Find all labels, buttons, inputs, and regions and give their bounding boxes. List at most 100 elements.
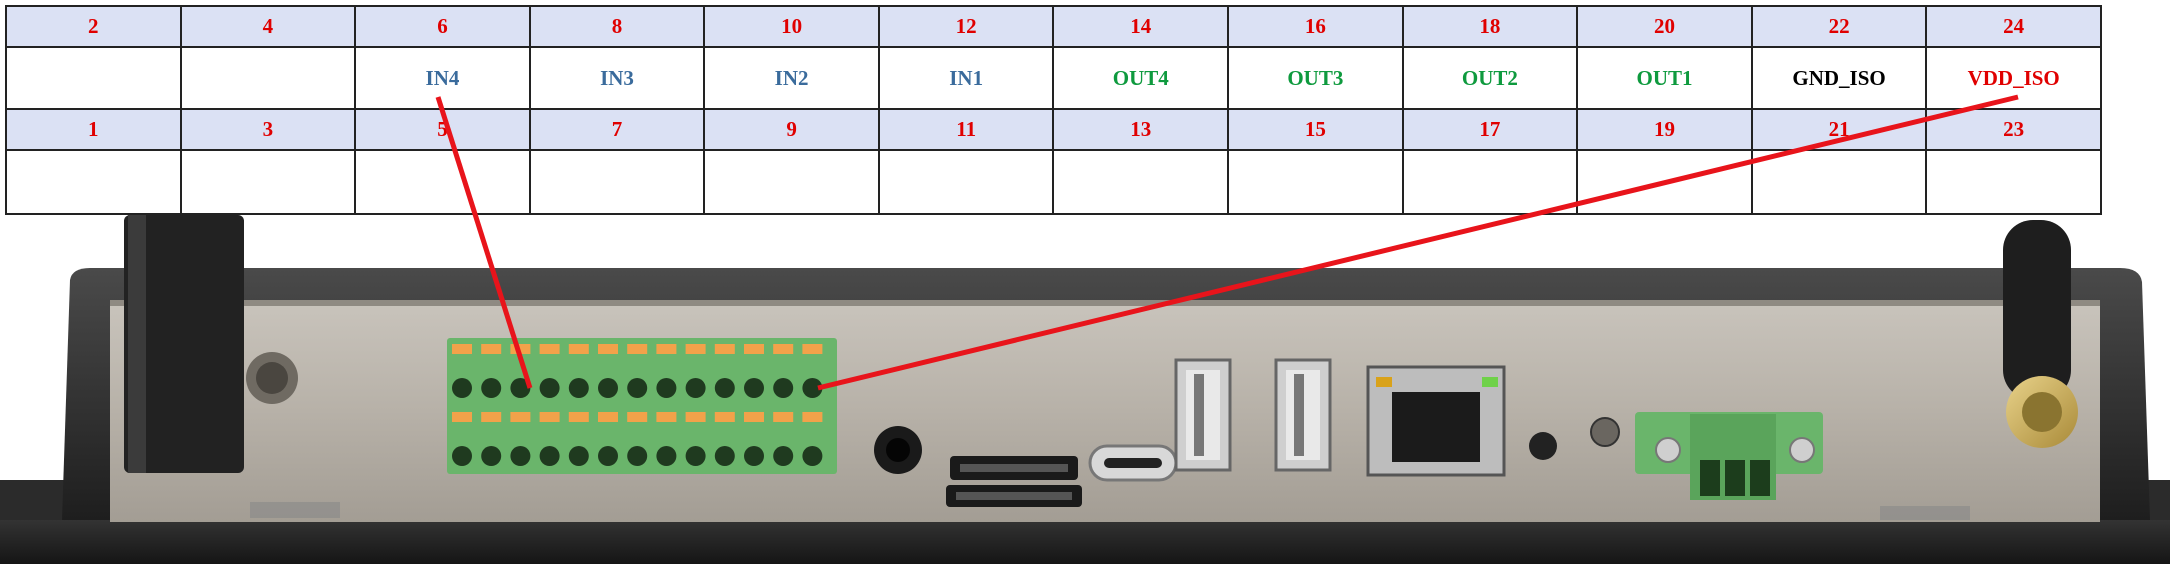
terminal-wire-hole-icon [598, 378, 618, 398]
pin-number-6: 6 [354, 5, 531, 48]
terminal-lever-icon [568, 412, 589, 422]
signal-empty [179, 46, 357, 110]
pin-number-12: 12 [877, 5, 1055, 48]
terminal-lever-icon [656, 344, 677, 354]
terminal-wire-hole-icon [773, 446, 794, 466]
pin-number-5: 5 [354, 108, 531, 151]
signal-empty [1925, 149, 2102, 215]
pin-number-2: 2 [5, 5, 182, 48]
terminal-lever-icon [714, 344, 735, 354]
terminal-wire-hole-icon [656, 378, 677, 398]
terminal-lever-icon [539, 344, 560, 354]
terminal-wire-hole-icon [510, 446, 531, 466]
pin-number-19: 19 [1576, 108, 1753, 151]
terminal-wire-hole-icon [539, 378, 560, 398]
pin-number-21: 21 [1750, 108, 1928, 151]
pin-number-9: 9 [703, 108, 880, 151]
terminal-lever-icon [627, 344, 648, 354]
signal-in1: IN1 [877, 46, 1055, 110]
terminal-lever-icon [685, 412, 706, 422]
terminal-wire-hole-icon [802, 378, 823, 398]
signal-in2: IN2 [703, 46, 880, 110]
signal-empty [528, 149, 706, 215]
signal-empty [354, 149, 531, 215]
terminal-lever-icon [481, 412, 502, 422]
terminal-wire-hole-icon [627, 378, 648, 398]
pinout-row-even-numbers: 2 4 6 8 10 12 14 16 18 20 22 24 [5, 5, 2102, 48]
terminal-lever-icon [714, 412, 735, 422]
pin-number-13: 13 [1052, 108, 1230, 151]
usb-c-port-icon [1088, 444, 1178, 482]
pinout-row-odd-numbers: 1 3 5 7 9 11 13 15 17 19 21 23 [5, 108, 2102, 151]
terminal-wire-hole-icon [568, 446, 589, 466]
terminal-wire-hole-icon [685, 378, 706, 398]
terminal-wire-hole-icon [481, 446, 502, 466]
terminal-lever-icon [802, 412, 823, 422]
signal-in4: IN4 [354, 46, 531, 110]
power-connector-3pin-icon [1635, 412, 1823, 500]
pin-number-1: 1 [5, 108, 182, 151]
pin-number-10: 10 [703, 5, 880, 48]
antenna-right-icon [2003, 220, 2078, 448]
pin-number-11: 11 [877, 108, 1055, 151]
pinout-table: 2 4 6 8 10 12 14 16 18 20 22 24 IN4 IN3 IN2 IN1 OUT4 OUT… [5, 5, 2102, 215]
antenna-left-icon [124, 215, 298, 473]
terminal-wire-hole-icon [627, 446, 648, 466]
terminal-wire-hole-icon [481, 378, 502, 398]
terminal-lever-icon [802, 344, 823, 354]
pin-number-8: 8 [528, 5, 706, 48]
pin-number-18: 18 [1401, 5, 1579, 48]
terminal-lever-icon [510, 344, 531, 354]
signal-empty [179, 149, 357, 215]
terminal-block-24pin-icon [447, 338, 837, 474]
terminal-lever-icon [627, 412, 648, 422]
pin-number-22: 22 [1750, 5, 1928, 48]
terminal-lever-icon [452, 412, 472, 422]
pin-number-3: 3 [179, 108, 357, 151]
led-indicator-icon [1529, 432, 1557, 460]
pin-number-16: 16 [1227, 5, 1404, 48]
usb-a-port-2-icon [1274, 358, 1332, 472]
terminal-wire-hole-icon [568, 378, 589, 398]
terminal-lever-icon [656, 412, 677, 422]
terminal-lever-icon [452, 344, 472, 354]
terminal-lever-icon [510, 412, 531, 422]
pin-number-7: 7 [528, 108, 706, 151]
terminal-wire-hole-icon [744, 446, 764, 466]
terminal-wire-hole-icon [656, 446, 677, 466]
pin-number-4: 4 [179, 5, 357, 48]
signal-empty [877, 149, 1055, 215]
signal-out1: OUT1 [1576, 46, 1753, 110]
terminal-wire-hole-icon [744, 378, 764, 398]
terminal-wire-hole-icon [539, 446, 560, 466]
terminal-lever-icon [598, 344, 618, 354]
signal-empty [5, 46, 182, 110]
signal-gnd-iso: GND_ISO [1750, 46, 1928, 110]
signal-out2: OUT2 [1401, 46, 1579, 110]
pinout-row-signals: IN4 IN3 IN2 IN1 OUT4 OUT3 OUT2 OUT1 GND_ISO VDD_I… [5, 46, 2102, 110]
terminal-wire-hole-icon [685, 446, 706, 466]
terminal-wire-hole-icon [452, 378, 472, 398]
audio-jack-icon [874, 426, 922, 474]
terminal-wire-hole-icon [714, 446, 735, 466]
sim-card-slot-icon [946, 485, 1082, 507]
terminal-lever-icon [744, 412, 764, 422]
terminal-lever-icon [685, 344, 706, 354]
terminal-wire-hole-icon [773, 378, 794, 398]
terminal-wire-hole-icon [452, 446, 472, 466]
power-button-icon [1590, 417, 1620, 447]
signal-empty [1750, 149, 1928, 215]
terminal-lever-icon [568, 344, 589, 354]
terminal-lever-icon [773, 412, 794, 422]
pin-number-17: 17 [1401, 108, 1579, 151]
terminal-lever-icon [598, 412, 618, 422]
signal-vdd-iso: VDD_ISO [1925, 46, 2102, 110]
terminal-lever-icon [539, 412, 560, 422]
ethernet-port-icon [1366, 365, 1506, 477]
signal-empty [1227, 149, 1404, 215]
pinout-row-odd-signals [5, 149, 2102, 215]
terminal-lever-icon [744, 344, 764, 354]
signal-in3: IN3 [528, 46, 706, 110]
signal-empty [1052, 149, 1230, 215]
terminal-wire-hole-icon [802, 446, 823, 466]
